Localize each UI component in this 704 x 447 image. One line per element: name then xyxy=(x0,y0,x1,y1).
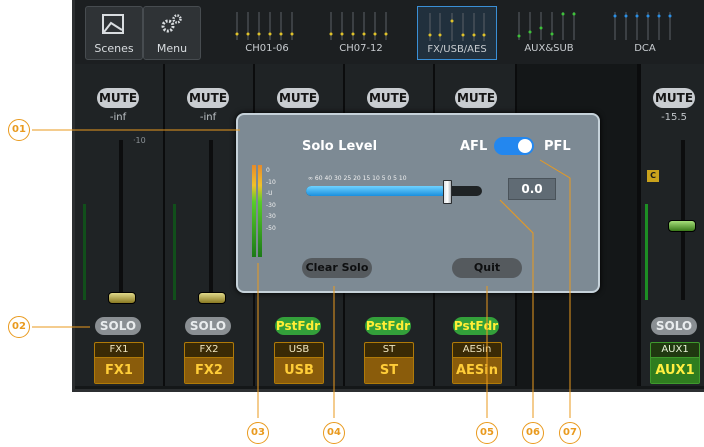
callout-04: 04 xyxy=(323,422,345,444)
callout-06: 06 xyxy=(522,422,544,444)
callout-05: 05 xyxy=(476,422,498,444)
callout-leader-lines xyxy=(32,129,571,418)
callout-01: 01 xyxy=(8,119,30,141)
callout-07: 07 xyxy=(559,422,581,444)
callout-03: 03 xyxy=(247,422,269,444)
callout-02: 02 xyxy=(8,316,30,338)
